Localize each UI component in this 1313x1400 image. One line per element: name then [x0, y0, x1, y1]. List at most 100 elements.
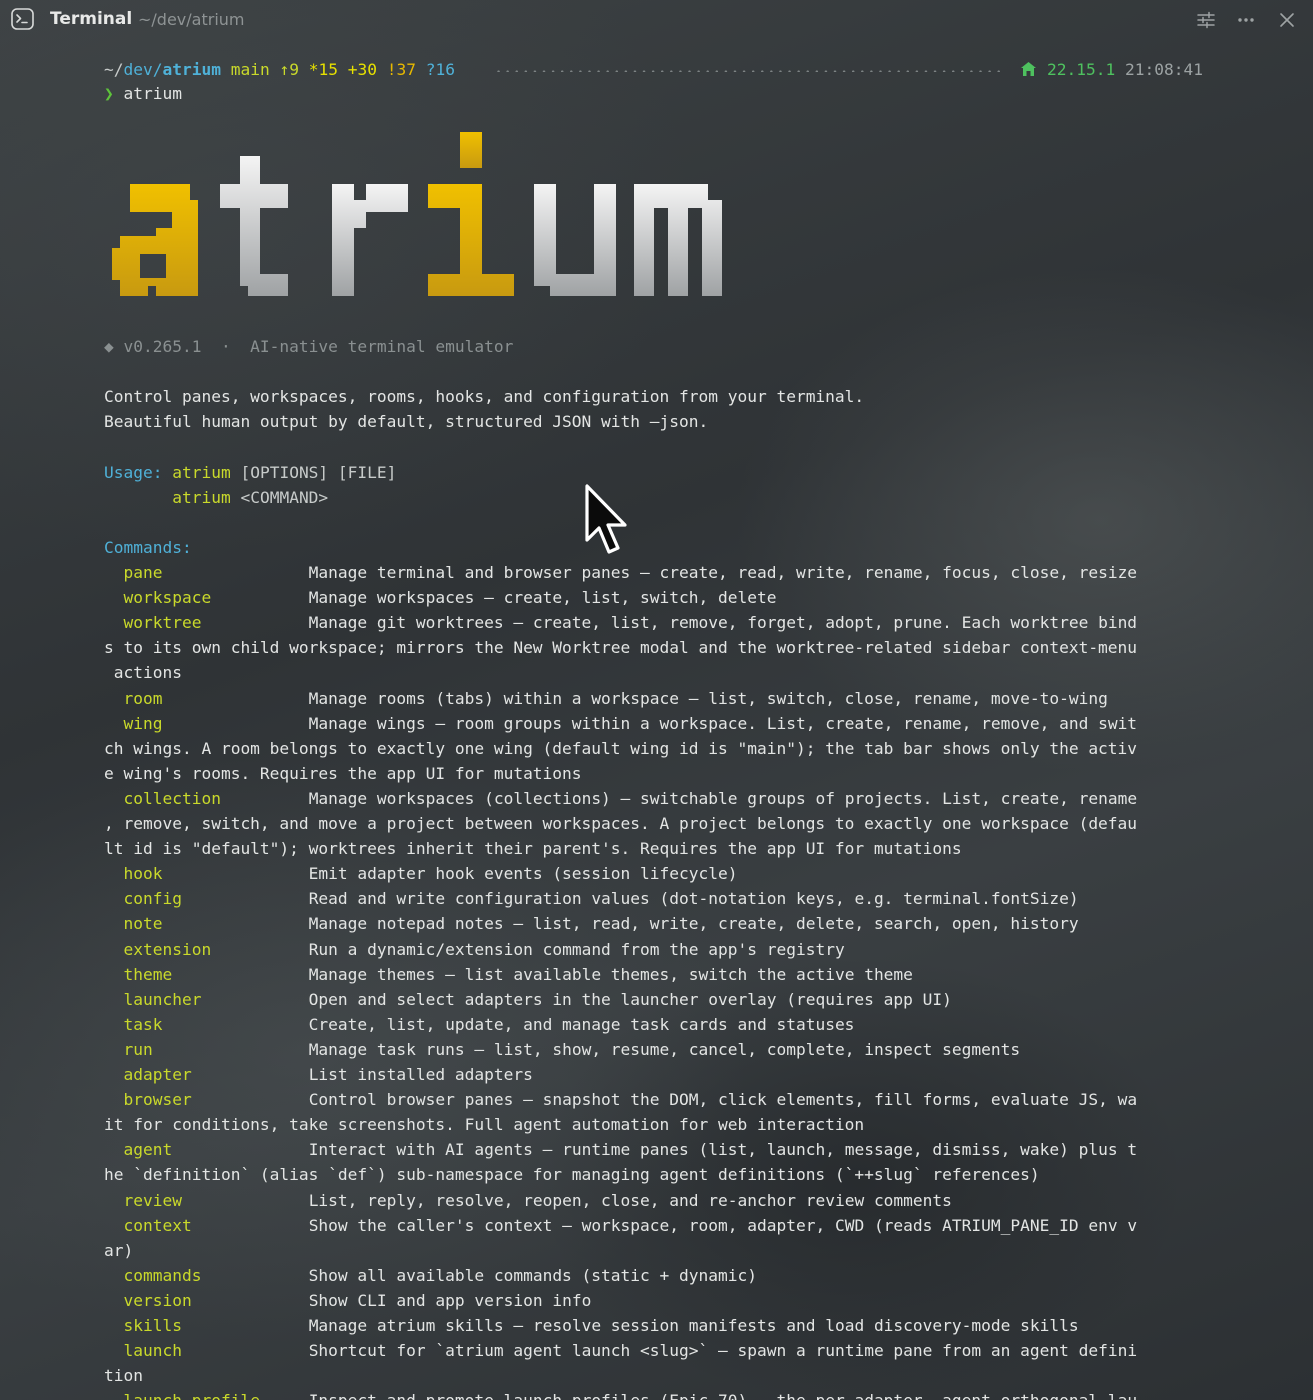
command-description: Manage workspaces — create, list, switch…: [308, 588, 777, 608]
prompt-dir: dev/: [123, 60, 163, 79]
command-description: Open and select adapters in the launcher…: [308, 989, 952, 1009]
command-line: ❯ atrium: [104, 81, 182, 106]
usage-command: atrium: [172, 463, 231, 482]
command-row: theme Manage themes — list available the…: [104, 962, 913, 987]
command-description: tion: [104, 1366, 143, 1386]
command-description: lt id is "default"); worktrees inherit t…: [104, 839, 962, 859]
command-name: pane: [123, 563, 163, 582]
command-description: Inspect and promote launch profiles (Epi…: [309, 1391, 1137, 1400]
command-row: context Show the caller's context — work…: [104, 1213, 1138, 1238]
command-row-continuation: tion: [104, 1363, 143, 1388]
command-name: wing: [123, 713, 163, 733]
command-description: Emit adapter hook events (session lifecy…: [308, 864, 738, 884]
command-row: launch-profile Inspect and promote launc…: [104, 1388, 1138, 1400]
command-row: launcher Open and select adapters in the…: [104, 987, 952, 1012]
command-row: launch Shortcut for `atrium agent launch…: [104, 1338, 1138, 1363]
command-description: List, reply, resolve, reopen, close, and…: [308, 1190, 952, 1210]
command-description: it for conditions, take screenshots. Ful…: [104, 1115, 865, 1135]
prompt-status-line: ~/dev/atrium main ↑9 *15 +30 !37 ?16: [104, 57, 455, 82]
command-description: Manage workspaces (collections) — switch…: [308, 788, 1138, 808]
command-name: launcher: [123, 989, 202, 1009]
git-ahead: ↑9: [279, 60, 299, 79]
command-description: Manage rooms (tabs) within a workspace —…: [308, 688, 1108, 708]
command-row: config Read and write configuration valu…: [104, 886, 1079, 911]
command-name: agent: [123, 1140, 173, 1160]
command-description: Manage git worktrees — create, list, rem…: [308, 613, 1138, 633]
command-description: Show CLI and app version info: [308, 1290, 592, 1310]
command-name: adapter: [123, 1065, 192, 1084]
prompt-tilde: ~/: [104, 60, 124, 79]
command-row: pane Manage terminal and browser panes —…: [104, 560, 1138, 585]
command-row: skills Manage atrium skills — resolve se…: [104, 1313, 1079, 1338]
command-description: Manage wings — room groups within a work…: [308, 713, 1138, 733]
command-row-continuation: actions: [104, 660, 182, 685]
command-description: Show all available commands (static + dy…: [308, 1265, 757, 1285]
command-row: collection Manage workspaces (collection…: [104, 786, 1138, 811]
command-description: Interact with AI agents — runtime panes …: [308, 1140, 1138, 1160]
command-description: Show the caller's context — workspace, r…: [308, 1215, 1138, 1235]
command-description: Create, list, update, and manage task ca…: [308, 1014, 855, 1034]
command-description: he `definition` (alias `def`) sub-namesp…: [104, 1165, 1040, 1185]
command-row: note Manage notepad notes — list, read, …: [104, 911, 1079, 936]
terminal-icon: [11, 8, 34, 30]
command-row: run Manage task runs — list, show, resum…: [104, 1037, 1021, 1062]
command-row-continuation: ch wings. A room belongs to exactly one …: [104, 736, 1137, 761]
terminal-window: Terminal ~/dev/atrium ~/dev/atrium main …: [0, 0, 1313, 1400]
title-bar: Terminal ~/dev/atrium: [0, 0, 1313, 40]
command-row-continuation: he `definition` (alias `def`) sub-namesp…: [104, 1162, 1040, 1187]
command-name: room: [123, 688, 163, 708]
command-description: Control browser panes — snapshot the DOM…: [308, 1090, 1138, 1110]
git-stash: *15: [308, 60, 338, 79]
command-name: skills: [123, 1316, 182, 1335]
node-version: 22.15.1: [1047, 60, 1116, 79]
usage-line-2: atrium <COMMAND>: [104, 485, 328, 510]
command-row: hook Emit adapter hook events (session l…: [104, 861, 738, 886]
settings-sliders-icon[interactable]: [1196, 10, 1216, 30]
node-icon: [1021, 62, 1037, 76]
command-row-continuation: e wing's rooms. Requires the app UI for …: [104, 761, 582, 786]
usage-label: Usage:: [104, 463, 163, 482]
command-description: Manage terminal and browser panes — crea…: [308, 563, 1138, 582]
command-row: extension Run a dynamic/extension comman…: [104, 937, 845, 962]
window-path: ~/dev/atrium: [138, 10, 245, 29]
command-name: context: [123, 1215, 192, 1235]
git-branch: main: [230, 60, 270, 79]
command-row-continuation: lt id is "default"); worktrees inherit t…: [104, 836, 962, 861]
more-icon[interactable]: [1236, 10, 1256, 30]
prompt-chevron: ❯: [104, 84, 114, 103]
prompt-time: 21:08:41: [1125, 60, 1203, 79]
command-description: s to its own child workspace; mirrors th…: [104, 638, 1138, 658]
command-name: task: [123, 1014, 163, 1034]
command-row: agent Interact with AI agents — runtime …: [104, 1137, 1138, 1162]
command-description: actions: [104, 663, 182, 683]
command-name: hook: [123, 864, 163, 884]
command-row-continuation: , remove, switch, and move a project bet…: [104, 811, 1137, 836]
command-row: adapter List installed adapters: [104, 1062, 533, 1087]
command-description: e wing's rooms. Requires the app UI for …: [104, 763, 582, 783]
command-description: Manage atrium skills — resolve session m…: [308, 1316, 1079, 1335]
command-row: room Manage rooms (tabs) within a worksp…: [104, 686, 1108, 711]
prompt-filler-dots: [494, 70, 1002, 72]
git-added: +30: [347, 60, 377, 79]
window-title: Terminal: [50, 9, 133, 29]
close-icon[interactable]: [1277, 10, 1297, 30]
command-row-continuation: ar): [104, 1238, 133, 1263]
command-row: task Create, list, update, and manage ta…: [104, 1012, 855, 1037]
atrium-logo: [112, 132, 722, 296]
mouse-pointer-icon: [585, 484, 627, 554]
command-name: note: [123, 914, 163, 934]
commands-header: Commands:: [104, 538, 192, 557]
command-row-continuation: s to its own child workspace; mirrors th…: [104, 635, 1137, 660]
usage-args: [OPTIONS] [FILE]: [230, 463, 397, 482]
command-row: version Show CLI and app version info: [104, 1288, 592, 1313]
command-description: Shortcut for `atrium agent launch <slug>…: [308, 1341, 1138, 1361]
command-name: launch: [123, 1341, 182, 1361]
version-line: ◆ v0.265.1 · AI-native terminal emulator: [104, 337, 514, 356]
command-name: version: [123, 1290, 192, 1310]
command-description: Read and write configuration values (dot…: [308, 889, 1079, 909]
command-name: launch-profile: [124, 1391, 260, 1400]
command-name: workspace: [123, 588, 212, 608]
command-name: collection: [123, 788, 221, 808]
command-row: review List, reply, resolve, reopen, clo…: [104, 1188, 952, 1213]
command-description: List installed adapters: [308, 1065, 533, 1084]
